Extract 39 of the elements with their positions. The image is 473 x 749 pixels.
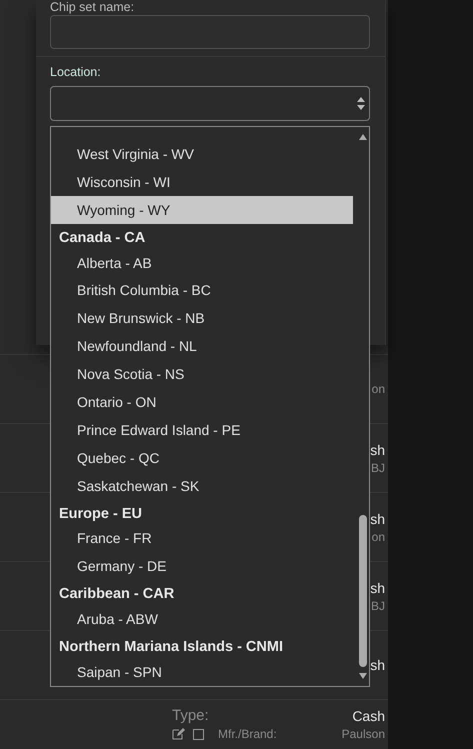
brand-value: on <box>372 382 385 396</box>
dropdown-option[interactable]: Wyoming - WY <box>51 196 353 224</box>
brand-value: BJ <box>370 598 385 612</box>
dropdown-option[interactable]: Newfoundland - NL <box>51 332 353 360</box>
dropdown-option[interactable]: West Virginia - WV <box>51 140 353 168</box>
location-select[interactable] <box>50 86 370 121</box>
dropdown-option[interactable]: Prince Edward Island - PE <box>51 416 353 444</box>
dropdown-option[interactable]: Germany - DE <box>51 552 353 580</box>
type-value: sh <box>370 510 385 526</box>
brand-value: Paulson <box>342 727 385 741</box>
field-label: Chip set name: <box>49 0 136 14</box>
dropdown-option[interactable]: Alberta - AB <box>51 248 353 276</box>
dropdown-option[interactable]: Aruba - ABW <box>51 605 353 634</box>
dropdown-option[interactable]: Wisconsin - WI <box>51 168 353 196</box>
brand-label: Mfr./Brand: <box>218 727 277 741</box>
group-heading: Caribbean - CAR <box>58 585 176 604</box>
type-value: sh <box>370 442 385 458</box>
type-value: sh <box>370 580 385 596</box>
brand-value: on <box>372 530 385 544</box>
type-value: sh <box>370 657 385 673</box>
checkbox[interactable] <box>193 728 204 740</box>
dropdown-option[interactable]: British Columbia - BC <box>51 276 353 304</box>
name-field[interactable] <box>50 15 370 49</box>
dropdown-option[interactable]: New Brunswick - NB <box>51 304 353 332</box>
dropdown-option[interactable]: Ontario - ON <box>51 388 353 416</box>
dropdown-option[interactable]: Saskatchewan - SK <box>51 472 353 500</box>
edit-icon[interactable] <box>172 728 185 740</box>
dropdown-option[interactable]: Nova Scotia - NS <box>51 360 353 388</box>
type-label: Type: <box>172 707 209 724</box>
group-heading: Northern Mariana Islands - CNMI <box>58 638 284 658</box>
dropdown-option[interactable]: Saipan - SPN <box>51 658 353 686</box>
group-heading: Canada - CA <box>58 228 146 248</box>
dropdown-option[interactable]: Quebec - QC <box>51 444 353 472</box>
brand-value: BJ <box>370 460 385 474</box>
group-heading: Europe - EU <box>58 504 143 524</box>
type-value: Cash <box>352 708 385 724</box>
sort-arrows-icon <box>357 97 365 110</box>
dropdown-option[interactable]: France - FR <box>51 524 353 552</box>
field-label: Location: <box>49 65 102 79</box>
